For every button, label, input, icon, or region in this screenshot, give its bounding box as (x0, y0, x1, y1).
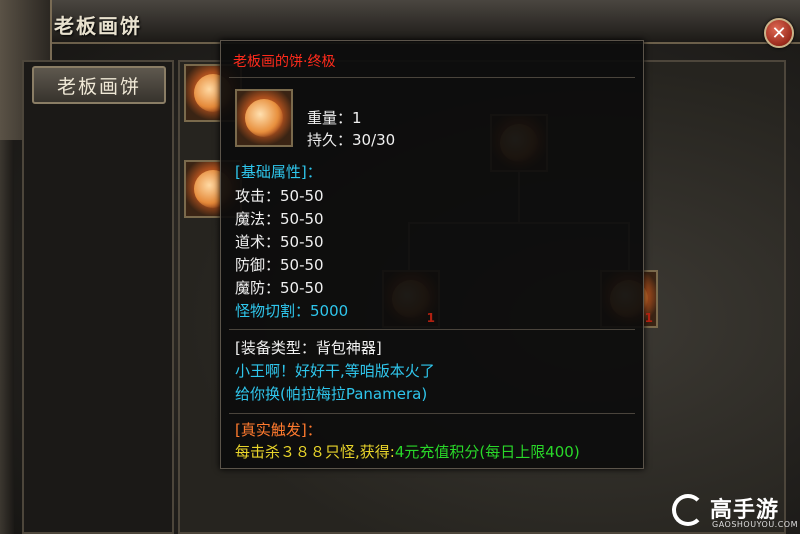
base-attr-header: [基础属性]： (235, 163, 322, 181)
weight-line: 重量：1 (307, 109, 362, 127)
tooltip-divider (229, 413, 635, 414)
site-watermark: 高手游 GAOSHOUYOU.COM (672, 492, 799, 532)
window-title: 老板画饼 (54, 14, 142, 38)
attr-defense: 防御：50-50 (235, 256, 324, 274)
monster-cut: 怪物切割：5000 (235, 302, 349, 320)
item-tooltip: 老板画的饼·终极 重量：1 持久：30/30 [基础属性]： 攻击：50-50 … (220, 40, 644, 469)
trigger-prefix: 每击杀３８８只怪,获得: (235, 443, 395, 461)
tab-boss-cake[interactable]: 老板画饼 (32, 66, 166, 104)
attr-magic: 魔法：50-50 (235, 210, 324, 228)
cake-item-icon (235, 89, 293, 147)
tooltip-divider (229, 329, 635, 330)
left-border (0, 140, 14, 534)
close-button[interactable]: ✕ (764, 18, 794, 48)
left-panel (22, 60, 174, 534)
trigger-reward: 4元充值积分(每日上限400) (394, 443, 580, 461)
tooltip-divider (229, 77, 635, 78)
trigger-line: 每击杀３８８只怪,获得:4元充值积分(每日上限400) (235, 441, 580, 463)
attr-tao: 道术：50-50 (235, 233, 324, 251)
watermark-url: GAOSHOUYOU.COM (712, 520, 799, 529)
attr-attack: 攻击：50-50 (235, 187, 324, 205)
durability-line: 持久：30/30 (307, 131, 396, 149)
game-window: 老板画饼 ✕ 老板画饼 1 1 老板画的饼·终极 重量：1 持久：30/30 [… (0, 0, 800, 534)
flavor-line-1: 小王啊！好好干,等咱版本火了 (235, 362, 435, 380)
slot-count-right: 1 (644, 311, 653, 325)
equip-type: [装备类型：背包神器] (235, 339, 382, 357)
flavor-line-2: 给你换(帕拉梅拉Panamera) (235, 385, 428, 403)
item-name: 老板画的饼·终极 (233, 54, 336, 70)
attr-magic-defense: 魔防：50-50 (235, 279, 324, 297)
trigger-header: [真实触发]： (235, 421, 322, 439)
slot-count-left: 1 (426, 311, 435, 325)
gaoshouyou-logo-icon (672, 494, 704, 526)
